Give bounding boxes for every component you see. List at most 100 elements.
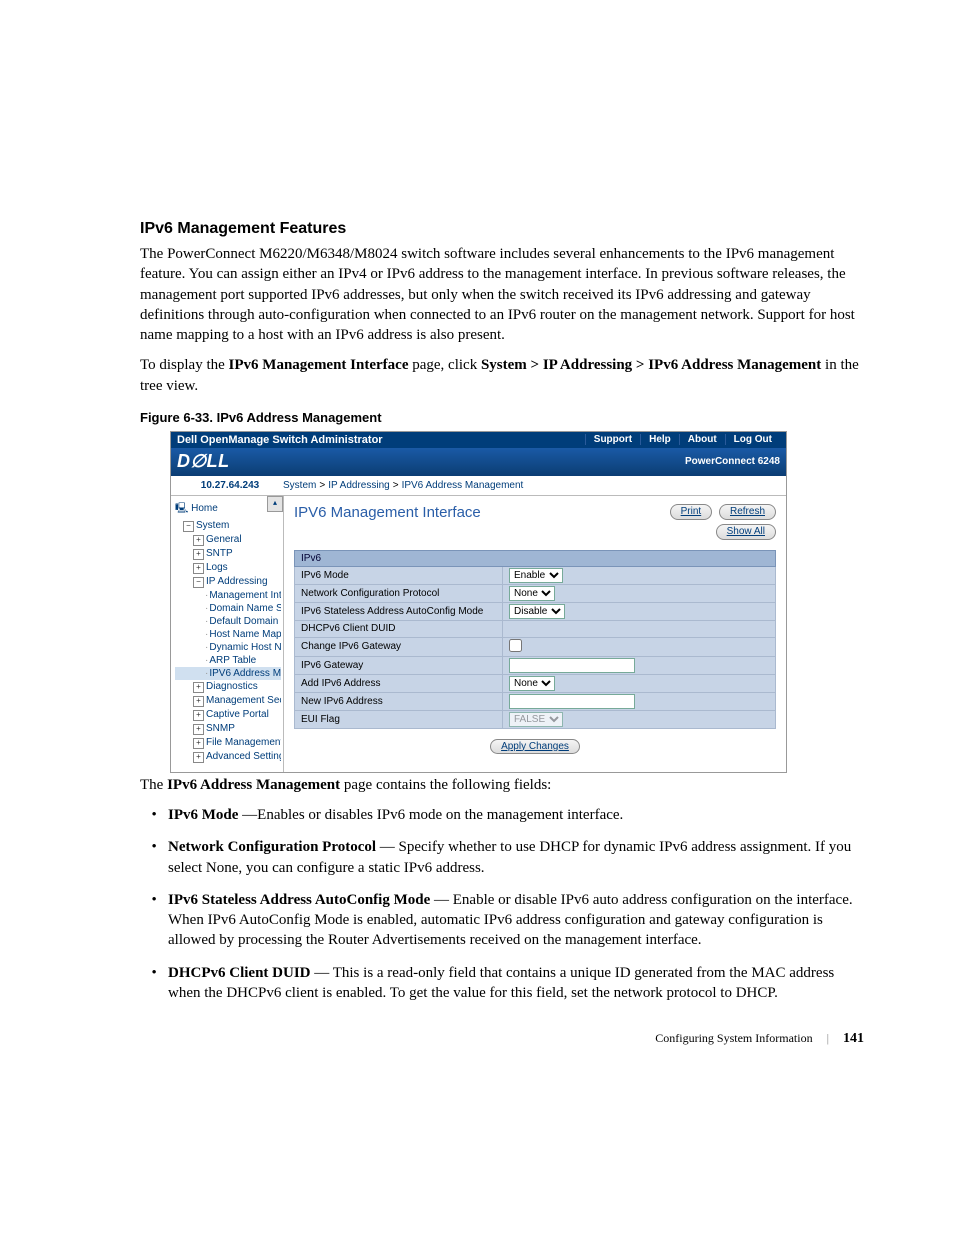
tree-label: File Management xyxy=(206,737,281,748)
plus-icon[interactable]: + xyxy=(193,682,204,693)
value-duid xyxy=(503,620,776,637)
minus-icon[interactable]: − xyxy=(183,521,194,532)
tree-label: Host Name Mapp xyxy=(209,629,281,640)
crumb-ipaddr[interactable]: IP Addressing xyxy=(328,480,390,491)
text: The xyxy=(140,777,167,793)
list-item: IPv6 Stateless Address AutoConfig Mode —… xyxy=(168,890,864,951)
page-number: 141 xyxy=(843,1031,864,1047)
scroll-up-button[interactable]: ▴ xyxy=(267,496,283,512)
tree-label: General xyxy=(206,534,242,545)
tree-arp[interactable]: ·ARP Table xyxy=(175,654,281,667)
tree-label: Advanced Settings xyxy=(206,751,281,762)
tree-label: System xyxy=(196,520,229,531)
tree-dns[interactable]: ·Domain Name Se xyxy=(175,602,281,615)
logout-link[interactable]: Log Out xyxy=(725,434,780,445)
showall-button[interactable]: Show All xyxy=(716,524,776,540)
field-name: Network Configuration Protocol xyxy=(168,839,376,855)
tree-captive[interactable]: +Captive Portal xyxy=(175,708,281,722)
nav-tree[interactable]: ▴ 🖳 Home −System +General +SNTP +Logs −I… xyxy=(171,496,284,772)
list-item: DHCPv6 Client DUID — This is a read-only… xyxy=(168,963,864,1004)
tree-diagnostics[interactable]: +Diagnostics xyxy=(175,680,281,694)
select-eui: FALSE xyxy=(509,712,563,727)
tree-snmp[interactable]: +SNMP xyxy=(175,722,281,736)
section-heading: IPv6 Management Features xyxy=(140,220,864,238)
tree-hostmap[interactable]: ·Host Name Mapp xyxy=(175,628,281,641)
tree-mgmt-int[interactable]: ·Management Inte xyxy=(175,589,281,602)
input-newaddr[interactable] xyxy=(509,694,635,709)
tree-default-domain[interactable]: ·Default Domain N xyxy=(175,615,281,628)
refresh-button[interactable]: Refresh xyxy=(719,504,776,520)
tree-ipaddressing[interactable]: −IP Addressing xyxy=(175,575,281,589)
label-chggw: Change IPv6 Gateway xyxy=(295,637,503,656)
text-bold: System > IP Addressing > IPv6 Address Ma… xyxy=(481,357,821,373)
field-list: IPv6 Mode —Enables or disables IPv6 mode… xyxy=(168,805,864,1003)
plus-icon[interactable]: + xyxy=(193,535,204,546)
field-desc: —Enables or disables IPv6 mode on the ma… xyxy=(238,807,623,823)
plus-icon[interactable]: + xyxy=(193,738,204,749)
field-name: DHCPv6 Client DUID xyxy=(168,965,311,981)
select-ipv6mode[interactable]: Enable xyxy=(509,568,563,583)
tree-label: Captive Portal xyxy=(206,709,269,720)
text: page contains the following fields: xyxy=(340,777,551,793)
tree-sntp[interactable]: +SNTP xyxy=(175,547,281,561)
checkbox-chggw[interactable] xyxy=(509,639,522,652)
input-gw[interactable] xyxy=(509,658,635,673)
tree-label: Default Domain N xyxy=(209,616,281,627)
tree-mgmtsec[interactable]: +Management Secur xyxy=(175,694,281,708)
tree-home[interactable]: 🖳 Home xyxy=(175,500,281,519)
help-link[interactable]: Help xyxy=(640,434,679,445)
page-footer: Configuring System Information | 141 xyxy=(140,1031,864,1047)
tree-label: Management Secur xyxy=(206,695,281,706)
about-link[interactable]: About xyxy=(679,434,725,445)
support-link[interactable]: Support xyxy=(585,434,640,445)
crumb-system[interactable]: System xyxy=(283,480,316,491)
window-title-bar: Dell OpenManage Switch Administrator Sup… xyxy=(171,432,786,448)
select-netconf[interactable]: None xyxy=(509,586,555,601)
tree-label: Diagnostics xyxy=(206,681,258,692)
label-gw: IPv6 Gateway xyxy=(295,656,503,674)
print-button[interactable]: Print xyxy=(670,504,713,520)
select-stateless[interactable]: Disable xyxy=(509,604,565,619)
page-title: IPV6 Management Interface xyxy=(294,504,481,521)
tree-label: Dynamic Host Na xyxy=(209,642,281,653)
tree-logs[interactable]: +Logs xyxy=(175,561,281,575)
text-bold: IPv6 Address Management xyxy=(167,777,340,793)
tree-filemgmt[interactable]: +File Management xyxy=(175,736,281,750)
field-name: IPv6 Stateless Address AutoConfig Mode xyxy=(168,892,430,908)
footer-sep: | xyxy=(827,1031,829,1046)
plus-icon[interactable]: + xyxy=(193,563,204,574)
plus-icon[interactable]: + xyxy=(193,549,204,560)
title-links: Support Help About Log Out xyxy=(585,434,780,445)
plus-icon[interactable]: + xyxy=(193,696,204,707)
app-title: Dell OpenManage Switch Administrator xyxy=(177,434,383,446)
config-table: IPv6 IPv6 Mode Enable Network Configurat… xyxy=(294,550,776,729)
list-item: Network Configuration Protocol — Specify… xyxy=(168,837,864,878)
tree-dynhost[interactable]: ·Dynamic Host Na xyxy=(175,641,281,654)
tree-general[interactable]: +General xyxy=(175,533,281,547)
plus-icon[interactable]: + xyxy=(193,724,204,735)
breadcrumb-bar: 10.27.64.243 System>IP Addressing>IPV6 A… xyxy=(171,476,786,496)
text: To display the xyxy=(140,357,229,373)
tree-label: IP Addressing xyxy=(206,576,268,587)
breadcrumb: System>IP Addressing>IPV6 Address Manage… xyxy=(283,480,523,491)
minus-icon[interactable]: − xyxy=(193,577,204,588)
brand-banner: D∅LL PowerConnect 6248 xyxy=(171,448,786,476)
label-eui: EUI Flag xyxy=(295,710,503,728)
tree-ipv6addr[interactable]: ·IPV6 Address Ma xyxy=(175,667,281,680)
apply-button[interactable]: Apply Changes xyxy=(490,739,580,754)
tree-advset[interactable]: +Advanced Settings xyxy=(175,750,281,764)
plus-icon[interactable]: + xyxy=(193,710,204,721)
tree-label: Management Inte xyxy=(209,590,281,601)
content-pane: IPV6 Management Interface Print Refresh … xyxy=(284,496,786,772)
list-item: IPv6 Mode —Enables or disables IPv6 mode… xyxy=(168,805,864,825)
paragraph-2: To display the IPv6 Management Interface… xyxy=(140,355,864,396)
dell-logo: D∅LL xyxy=(177,451,230,472)
plus-icon[interactable]: + xyxy=(193,752,204,763)
section-header: IPv6 xyxy=(295,550,776,566)
tree-label: SNMP xyxy=(206,723,235,734)
footer-section: Configuring System Information xyxy=(655,1031,812,1046)
select-addaddr[interactable]: None xyxy=(509,676,555,691)
crumb-current: IPV6 Address Management xyxy=(402,480,524,491)
paragraph-1: The PowerConnect M6220/M6348/M8024 switc… xyxy=(140,244,864,345)
tree-system[interactable]: −System xyxy=(175,519,281,533)
